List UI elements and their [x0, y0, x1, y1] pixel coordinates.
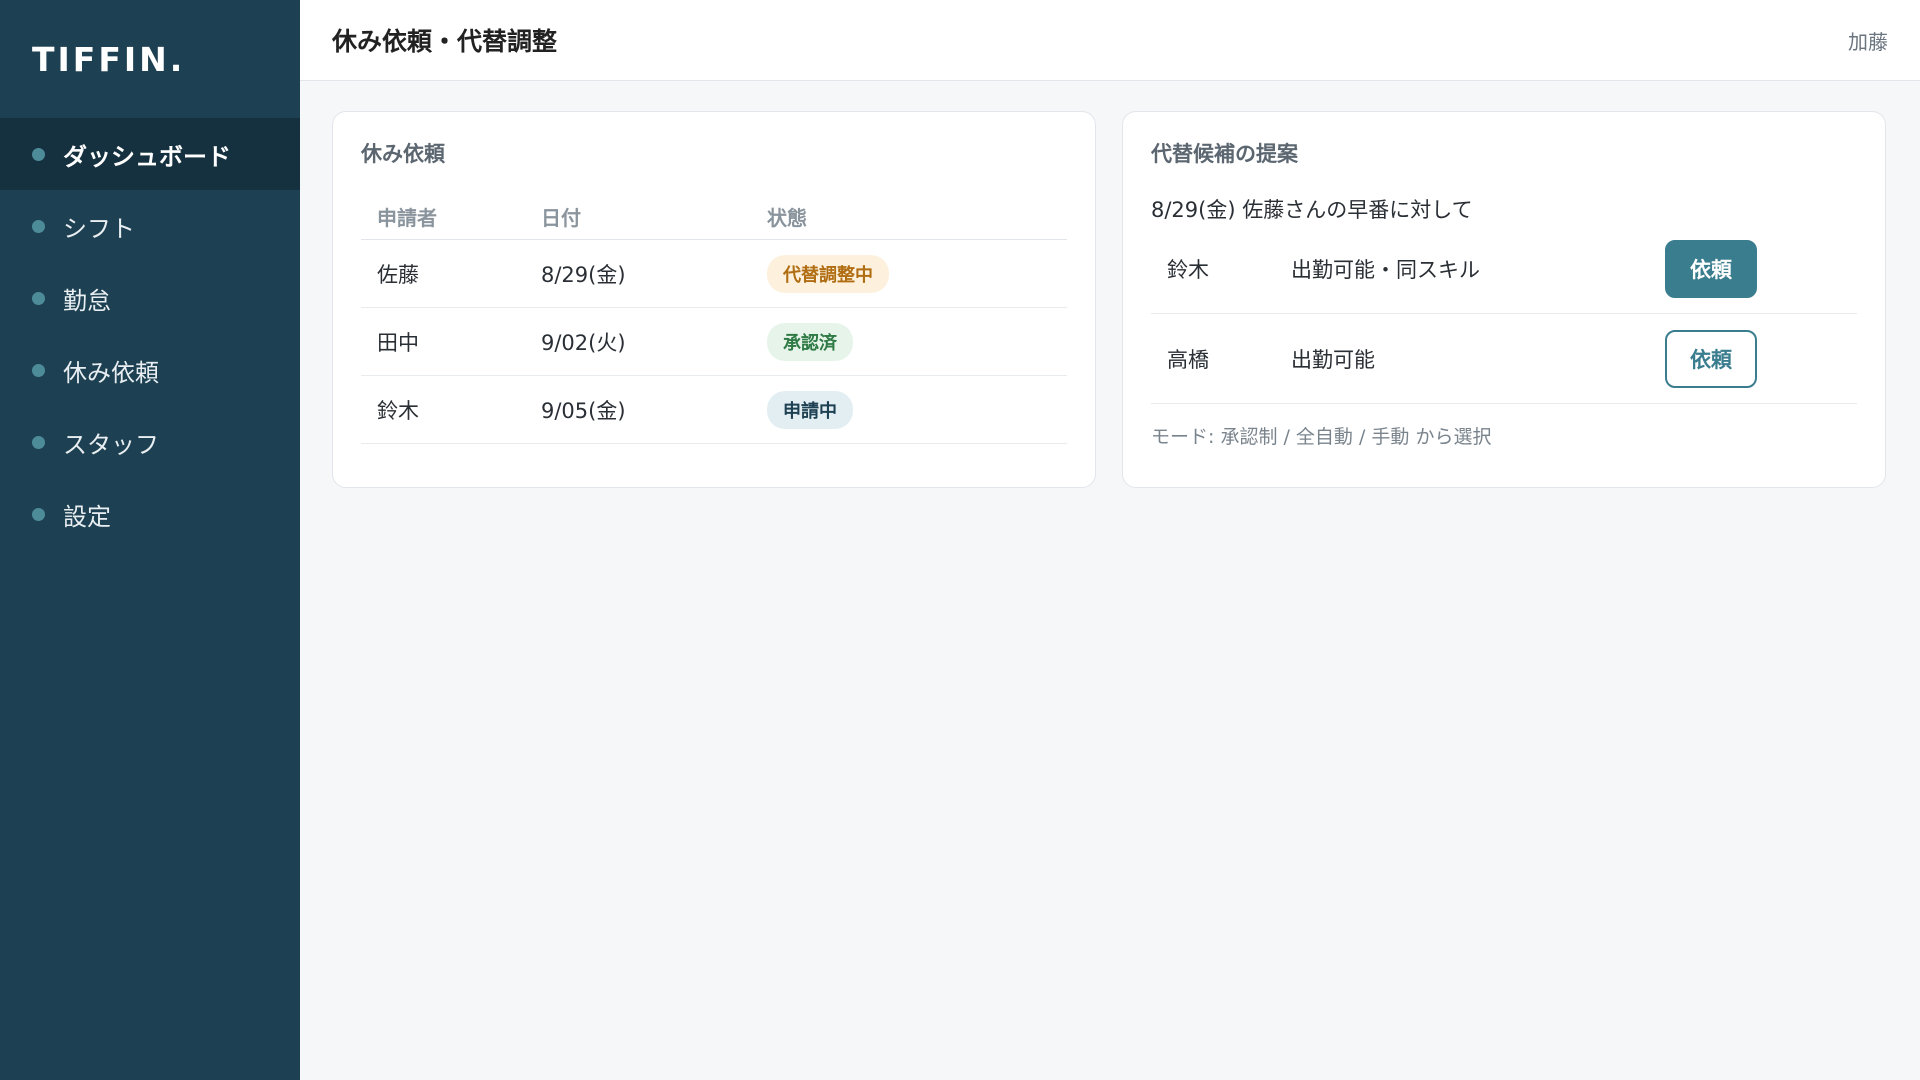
sidebar-item-dashboard[interactable]: ダッシュボード [0, 118, 300, 190]
card-title: 代替候補の提案 [1151, 142, 1298, 166]
bullet-icon [32, 291, 45, 305]
status-cell: 申請中 [767, 390, 1067, 429]
sidebar-nav: ダッシュボード シフト 勤怠 休み依頼 スタッフ 設定 [0, 118, 300, 550]
candidate-row: 鈴木 出勤可能・同スキル 依頼 [1151, 224, 1857, 314]
status-badge: 申請中 [767, 390, 853, 429]
status-badge: 承認済 [767, 322, 853, 361]
sidebar-item-label: 休み依頼 [63, 358, 159, 387]
topbar: 休み依頼・代替調整 加藤 [300, 0, 1920, 81]
table-row[interactable]: 鈴木 9/05(金) 申請中 [361, 376, 1067, 444]
logo: TIFFIN. [32, 39, 186, 79]
table-row[interactable]: 佐藤 8/29(金) 代替調整中 [361, 240, 1067, 308]
table-row[interactable]: 田中 9/02(火) 承認済 [361, 308, 1067, 376]
sidebar-item-staff[interactable]: スタッフ [0, 406, 300, 478]
bullet-icon [32, 147, 45, 161]
sidebar-item-attendance[interactable]: 勤怠 [0, 262, 300, 334]
bullet-icon [32, 435, 45, 449]
applicant-name: 鈴木 [377, 398, 419, 423]
request-date: 8/29(金) [541, 262, 626, 287]
sidebar-item-settings[interactable]: 設定 [0, 478, 300, 550]
content: 休み依頼 申請者 日付 状態 佐藤 8/29(金) 代替調整中 田中 9/02(… [300, 81, 1920, 488]
substitute-suggestion-card: 代替候補の提案 8/29(金) 佐藤さんの早番に対して 鈴木 出勤可能・同スキル… [1122, 111, 1886, 488]
applicant-name: 佐藤 [377, 262, 419, 287]
main-area: 休み依頼・代替調整 加藤 休み依頼 申請者 日付 状態 佐藤 8/29(金) 代… [300, 0, 1920, 1080]
sidebar-item-shift[interactable]: シフト [0, 190, 300, 262]
candidate-description: 出勤可能 [1291, 347, 1375, 372]
column-header-date: 日付 [541, 206, 581, 230]
status-badge: 代替調整中 [767, 254, 889, 293]
mode-note: モード: 承認制 / 全自動 / 手動 から選択 [1151, 426, 1492, 448]
leave-requests-card: 休み依頼 申請者 日付 状態 佐藤 8/29(金) 代替調整中 田中 9/02(… [332, 111, 1096, 488]
sidebar: TIFFIN. ダッシュボード シフト 勤怠 休み依頼 スタッフ 設定 [0, 0, 300, 1080]
page-title: 休み依頼・代替調整 [332, 27, 558, 56]
bullet-icon [32, 507, 45, 521]
applicant-name: 田中 [377, 330, 419, 355]
status-cell: 承認済 [767, 322, 1067, 361]
leave-requests-table: 申請者 日付 状態 佐藤 8/29(金) 代替調整中 田中 9/02(火) 承認… [361, 194, 1067, 444]
candidate-name: 高橋 [1167, 347, 1209, 372]
bullet-icon [32, 363, 45, 377]
column-header-status: 状態 [767, 206, 807, 230]
sidebar-item-label: 設定 [63, 502, 111, 531]
user-menu[interactable]: 加藤 [1848, 26, 1888, 55]
table-header: 申請者 日付 状態 [361, 194, 1067, 240]
app-root: TIFFIN. ダッシュボード シフト 勤怠 休み依頼 スタッフ 設定 休み依頼… [0, 0, 1920, 1080]
column-header-applicant: 申請者 [377, 206, 437, 230]
request-button[interactable]: 依頼 [1665, 329, 1757, 388]
candidate-name: 鈴木 [1167, 257, 1209, 282]
suggestion-subtitle: 8/29(金) 佐藤さんの早番に対して [1151, 198, 1473, 222]
candidate-row: 高橋 出勤可能 依頼 [1151, 314, 1857, 404]
status-cell: 代替調整中 [767, 254, 1067, 293]
sidebar-item-leave-requests[interactable]: 休み依頼 [0, 334, 300, 406]
request-date: 9/02(火) [541, 330, 626, 355]
bullet-icon [32, 219, 45, 233]
card-title: 休み依頼 [361, 142, 445, 166]
request-button[interactable]: 依頼 [1665, 239, 1757, 298]
sidebar-item-label: スタッフ [63, 430, 159, 459]
sidebar-item-label: 勤怠 [63, 286, 111, 315]
candidate-description: 出勤可能・同スキル [1291, 257, 1480, 282]
sidebar-item-label: ダッシュボード [63, 142, 231, 171]
sidebar-item-label: シフト [63, 214, 135, 243]
request-date: 9/05(金) [541, 398, 626, 423]
